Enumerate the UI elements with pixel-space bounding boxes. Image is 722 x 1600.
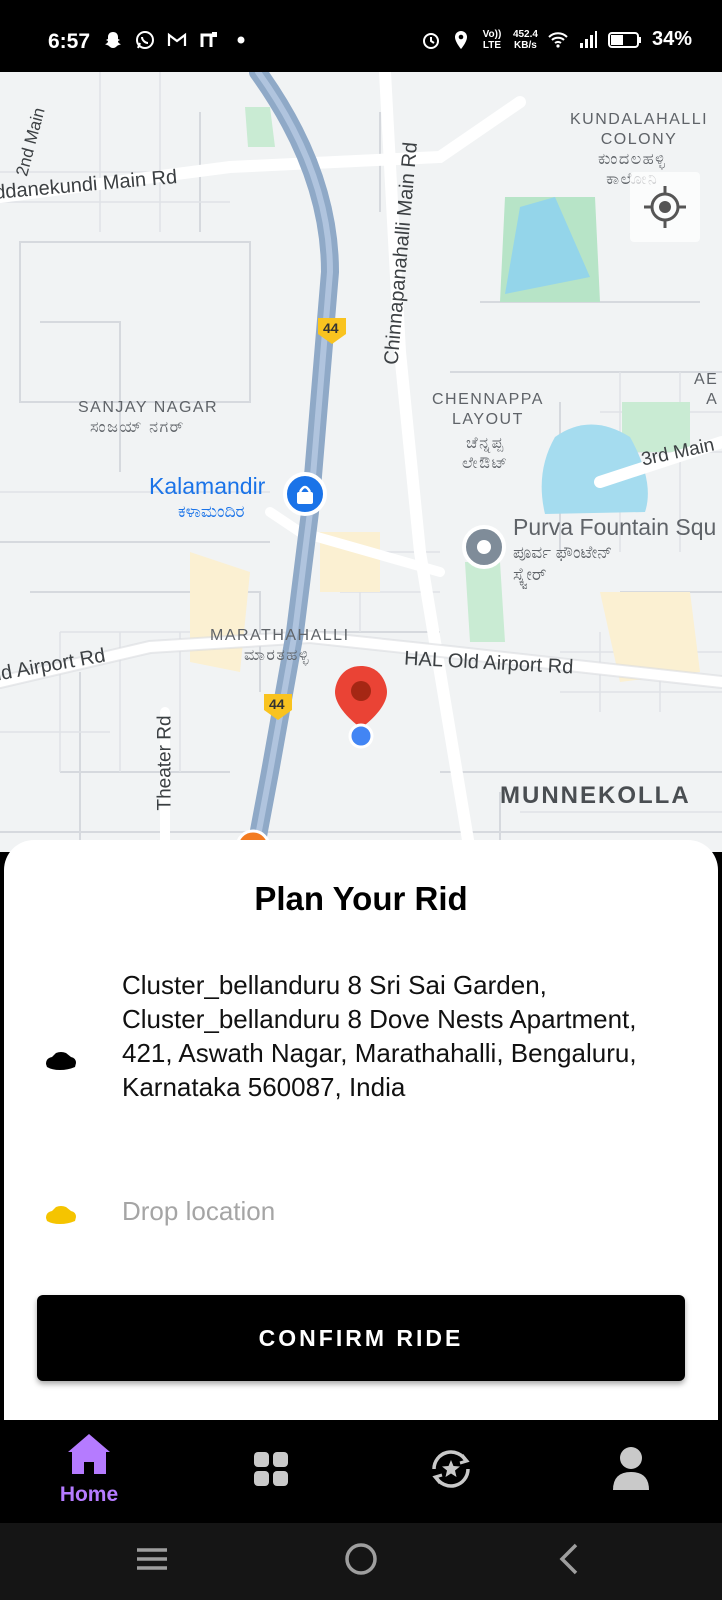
kalamandir-poi-marker[interactable] [283, 472, 327, 516]
net-speed: 452.4 KB/s [513, 29, 538, 51]
area-label-sanjay-nagar-local: ಸಂಜಯ್ ನಗರ್ [90, 419, 185, 436]
status-time: 6:57 [48, 30, 91, 53]
poi-label-kalamandir[interactable]: Kalamandir [149, 473, 265, 500]
area-label-marathahalli-local: ಮಾರತಹಳ್ಳಿ [244, 647, 311, 664]
whatsapp-icon [136, 31, 154, 49]
drop-location-input[interactable]: Drop location [122, 1196, 275, 1227]
volte-label: Vo)) LTE [482, 28, 502, 51]
system-icons: Vo)) LTE 452.4 KB/s 34% [421, 28, 692, 51]
wifi-icon [548, 31, 568, 48]
status-bar: 6:57 Vo)) LTE 452.4 KB/s 34% [0, 0, 722, 72]
net-speed-value: 452.4 [512, 28, 538, 40]
system-navigation-bar [0, 1523, 722, 1600]
poi-label-kalamandir-local: ಕಳಾಮಂದಿರ [178, 502, 245, 521]
notification-icons [103, 30, 251, 50]
current-location-dot [348, 723, 374, 749]
gmail-icon [167, 32, 187, 46]
road-label-theater: Theater Rd [154, 715, 176, 811]
nav-home[interactable]: Home [39, 1432, 139, 1507]
home-circle-icon[interactable] [343, 1541, 379, 1577]
my-location-button[interactable] [630, 172, 700, 242]
confirm-ride-button[interactable]: CONFIRM RIDE [37, 1295, 685, 1381]
highway-shield-label-north: 44 [323, 320, 339, 336]
net-speed-unit: KB/s [514, 39, 537, 51]
dot-icon [237, 36, 245, 44]
area-label-munnekolla: MUNNEKOLLA [500, 782, 691, 809]
bottom-nav: Home [0, 1420, 722, 1523]
area-label-kundalahalli: KUNDALAHALLI COLONY [570, 111, 709, 148]
drop-location-row[interactable]: Drop location [44, 1196, 684, 1236]
battery-percent: 34% [651, 28, 692, 50]
map-view[interactable]: 2nd Main ddanekundi Main Rd Chinnapanaha… [0, 72, 722, 852]
n-app-icon [200, 32, 217, 47]
yellow-car-icon [46, 1206, 76, 1224]
user-icon [613, 1447, 649, 1490]
purva-poi-marker[interactable] [462, 525, 506, 569]
history-star-icon [432, 1450, 470, 1488]
red-location-pin-icon[interactable] [335, 666, 387, 728]
area-label-marathahalli: MARATHAHALLI [210, 627, 350, 644]
back-chevron-icon[interactable] [552, 1541, 588, 1577]
crosshair-icon [644, 186, 686, 228]
area-label-edge: AE A [694, 371, 719, 408]
recents-menu-icon[interactable] [134, 1541, 170, 1577]
area-label-chennappa: CHENNAPPA LAYOUT [432, 391, 544, 428]
poi-label-purva[interactable]: Purva Fountain Squ [513, 514, 716, 541]
signal-icon [579, 30, 597, 48]
nav-profile[interactable] [581, 1446, 681, 1497]
home-icon [68, 1434, 110, 1474]
sheet-title: Plan Your Rid [254, 880, 468, 917]
battery-icon [607, 31, 641, 48]
area-label-sanjay-nagar: SANJAY NAGAR [78, 399, 219, 416]
snapchat-icon [105, 32, 121, 48]
area-label-chennappa-local: ಚೆನ್ನಪ್ಪ ಲೇಔಟ್ [462, 435, 509, 472]
grid-icon [254, 1452, 288, 1486]
alarm-icon [422, 32, 439, 49]
nav-home-label: Home [59, 1483, 119, 1506]
plan-ride-sheet: Plan Your Rid Cluster_bellanduru 8 Sri S… [4, 840, 718, 1420]
location-icon [454, 30, 467, 49]
nav-services[interactable] [221, 1450, 321, 1493]
pickup-address[interactable]: Cluster_bellanduru 8 Sri Sai Garden, Clu… [122, 968, 682, 1104]
black-car-icon [46, 1052, 76, 1070]
highway-shield-label-south: 44 [269, 696, 285, 712]
nav-activity[interactable] [401, 1446, 501, 1497]
poi-label-purva-local: ಪೂರ್ವ ಫೌಂಟೇನ್ ಸ್ಕ್ವೇರ್ [513, 543, 613, 584]
